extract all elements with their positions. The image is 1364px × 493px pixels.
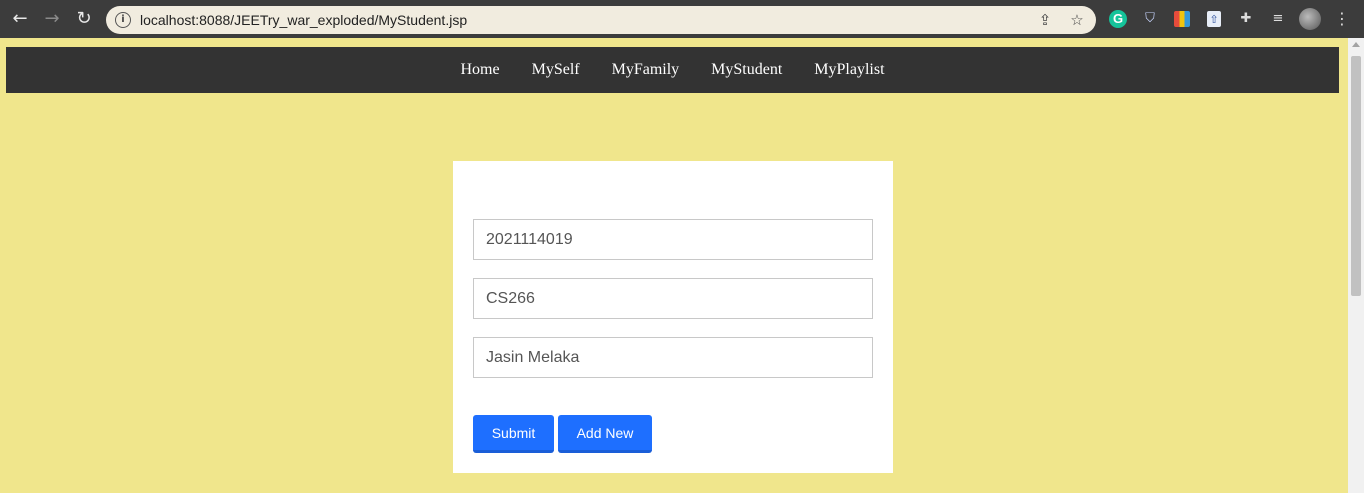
address-field[interactable] <box>473 337 873 378</box>
browser-toolbar: ← → ↻ i localhost:8088/JEETry_war_explod… <box>0 0 1364 38</box>
avatar[interactable] <box>1299 8 1321 30</box>
nav-myfamily[interactable]: MyFamily <box>596 47 696 93</box>
info-icon[interactable]: i <box>115 12 131 28</box>
student-id-field[interactable] <box>473 219 873 260</box>
nav-home[interactable]: Home <box>444 47 515 93</box>
student-form-card: Submit Add New <box>453 161 893 473</box>
scrollbar-thumb[interactable] <box>1351 56 1361 296</box>
vertical-scrollbar[interactable] <box>1348 38 1364 493</box>
grammarly-icon[interactable]: G <box>1109 10 1127 28</box>
back-icon[interactable]: ← <box>10 9 30 29</box>
nav-mystudent[interactable]: MyStudent <box>695 47 798 93</box>
menu-icon[interactable]: ⋮ <box>1333 10 1351 28</box>
reload-icon[interactable]: ↻ <box>74 9 94 29</box>
star-icon[interactable]: ☆ <box>1068 11 1086 29</box>
document-extension-icon[interactable]: ⇧ <box>1207 11 1221 27</box>
puzzle-icon[interactable]: ✚ <box>1237 10 1255 28</box>
color-extension-icon[interactable] <box>1174 11 1190 27</box>
nav-myself[interactable]: MySelf <box>516 47 596 93</box>
submit-button[interactable]: Submit <box>473 415 554 453</box>
nav-myplaylist[interactable]: MyPlaylist <box>798 47 900 93</box>
shield-icon[interactable]: ⛉ <box>1141 10 1159 28</box>
add-new-button[interactable]: Add New <box>558 415 652 453</box>
media-icon[interactable]: ≡ <box>1269 10 1287 28</box>
forward-icon[interactable]: → <box>42 9 62 29</box>
page-viewport: HomeMySelfMyFamilyMyStudentMyPlaylist Su… <box>0 38 1348 493</box>
url-text[interactable]: localhost:8088/JEETry_war_exploded/MyStu… <box>140 12 467 28</box>
scroll-up-icon[interactable] <box>1352 42 1360 47</box>
course-field[interactable] <box>473 278 873 319</box>
address-bar[interactable]: i localhost:8088/JEETry_war_exploded/MyS… <box>106 6 1096 34</box>
share-icon[interactable]: ⇪ <box>1036 11 1054 29</box>
top-navigation: Home MySelf MyFamily MyStudent MyPlaylist <box>6 47 1339 93</box>
